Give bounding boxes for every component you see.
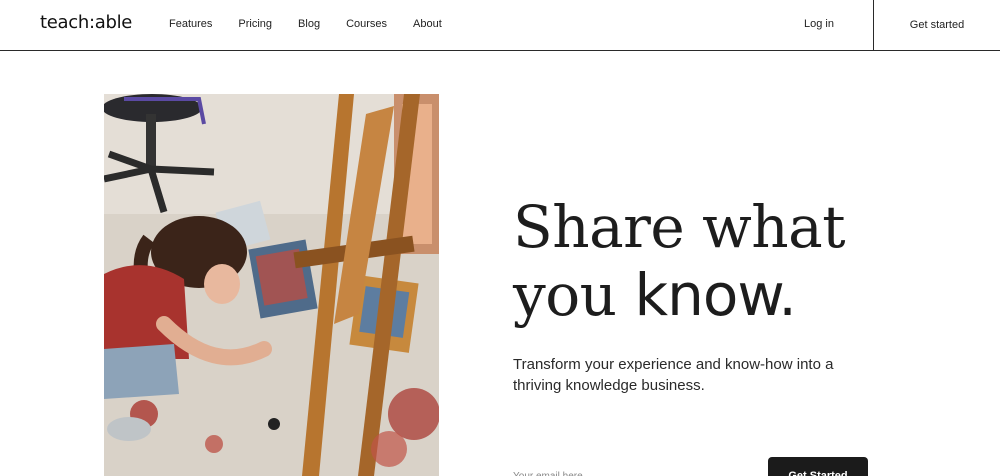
get-started-button[interactable]: Get Started [768, 457, 868, 476]
get-started-nav-button[interactable]: Get started [874, 0, 1000, 50]
teachable-logo[interactable]: teach:able [40, 12, 132, 33]
artist-painting-illustration [104, 94, 439, 476]
headline-line-2-light: you [513, 261, 635, 329]
email-field[interactable] [513, 466, 753, 476]
login-link[interactable]: Log in [804, 18, 834, 30]
headline-line-1: Share what [513, 193, 846, 261]
hero-subtitle: Transform your experience and know-how i… [513, 356, 834, 394]
headline-line-2-bold: know. [634, 261, 796, 329]
nav-about[interactable]: About [413, 18, 442, 30]
main-nav: Features Pricing Blog Courses About [169, 18, 468, 30]
hero-image [104, 94, 439, 476]
nav-features[interactable]: Features [169, 18, 212, 30]
nav-blog[interactable]: Blog [298, 18, 320, 30]
nav-pricing[interactable]: Pricing [238, 18, 272, 30]
site-header: teach:able Features Pricing Blog Courses… [0, 0, 1000, 51]
hero-headline: Share what you know. [513, 193, 933, 329]
nav-courses[interactable]: Courses [346, 18, 387, 30]
